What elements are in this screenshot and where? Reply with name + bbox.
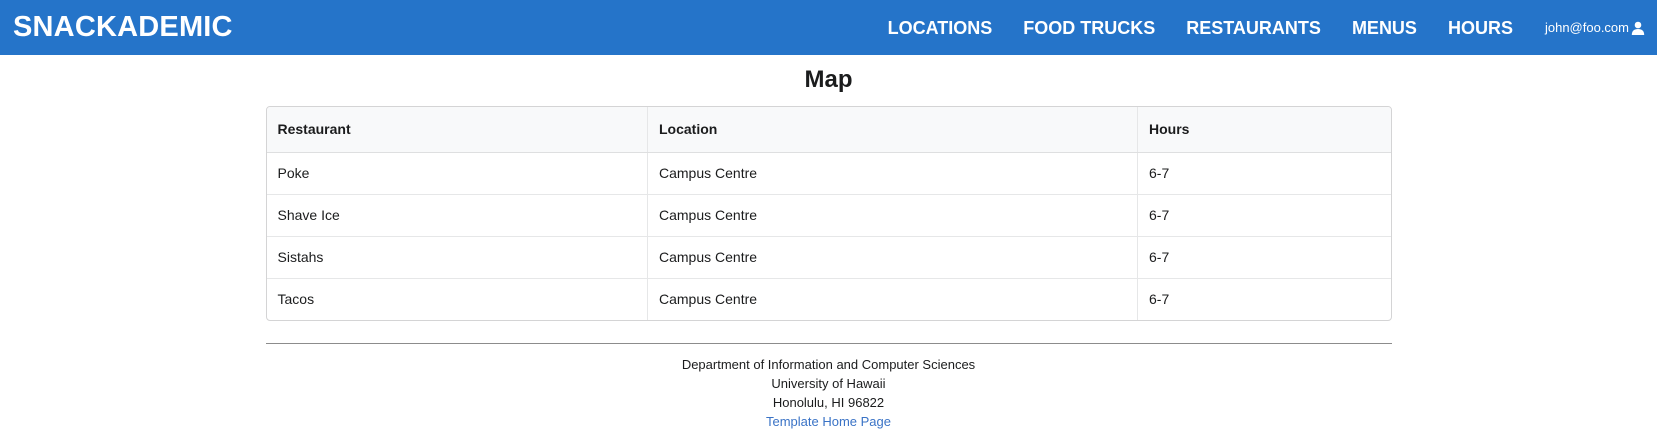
main-content: Map Restaurant Location Hours Poke Campu…: [265, 65, 1392, 431]
footer-university: University of Hawaii: [771, 376, 886, 391]
nav-link-hours[interactable]: HOURS: [1448, 19, 1513, 37]
table-row: Poke Campus Centre 6-7: [267, 152, 1391, 194]
nav-link-menus[interactable]: MENUS: [1352, 19, 1417, 37]
table-row: Shave Ice Campus Centre 6-7: [266, 193, 1391, 236]
column-header-restaurant: Restaurant: [266, 107, 648, 153]
column-header-location: Location: [647, 107, 1138, 153]
nav-link-restaurants[interactable]: RESTAURANTS: [1186, 19, 1321, 37]
nav-menu: LOCATIONS FOOD TRUCKS RESTAURANTS MENUS …: [888, 0, 1645, 55]
location-cell: Campus Centre: [647, 152, 1138, 194]
footer-address: Honolulu, HI 96822: [772, 395, 885, 410]
restaurant-table-container: Restaurant Location Hours Poke Campus Ce…: [265, 106, 1392, 321]
table-row: Sistahs Campus Centre 6-7: [266, 235, 1391, 278]
hours-cell: 6-7: [1137, 235, 1391, 278]
nav-link-food-trucks[interactable]: FOOD TRUCKS: [1023, 19, 1155, 37]
brand-logo-link[interactable]: SNACKADEMIC: [13, 13, 233, 42]
template-home-link[interactable]: Template Home Page: [766, 414, 891, 429]
location-cell: Campus Centre: [647, 235, 1138, 278]
location-cell: Campus Centre: [647, 193, 1138, 236]
table-row: Tacos Campus Centre 6-7: [266, 277, 1391, 320]
restaurant-cell: Poke: [277, 165, 310, 181]
footer: Department of Information and Computer S…: [265, 343, 1392, 431]
page-title: Map: [804, 66, 853, 93]
restaurant-cell: Tacos: [266, 277, 648, 320]
hours-cell: 6-7: [1137, 277, 1391, 320]
table-header-row: Restaurant Location Hours: [266, 107, 1391, 153]
hours-cell: 6-7: [1137, 193, 1391, 236]
restaurant-cell: Sistahs: [266, 235, 648, 278]
restaurant-cell: Shave Ice: [266, 193, 648, 236]
footer-department: Department of Information and Computer S…: [681, 357, 976, 372]
user-email: john@foo.com: [1544, 20, 1629, 35]
hours-cell: 6-7: [1137, 152, 1391, 194]
location-cell: Campus Centre: [647, 277, 1138, 320]
column-header-hours: Hours: [1137, 107, 1391, 153]
nav-link-locations[interactable]: LOCATIONS: [888, 19, 993, 37]
restaurant-table: Restaurant Location Hours Poke Campus Ce…: [266, 107, 1391, 320]
user-menu-dropdown[interactable]: john@foo.com: [1545, 20, 1645, 35]
navbar: SNACKADEMIC LOCATIONS FOOD TRUCKS RESTAU…: [0, 0, 1657, 55]
user-icon: [1631, 21, 1645, 35]
